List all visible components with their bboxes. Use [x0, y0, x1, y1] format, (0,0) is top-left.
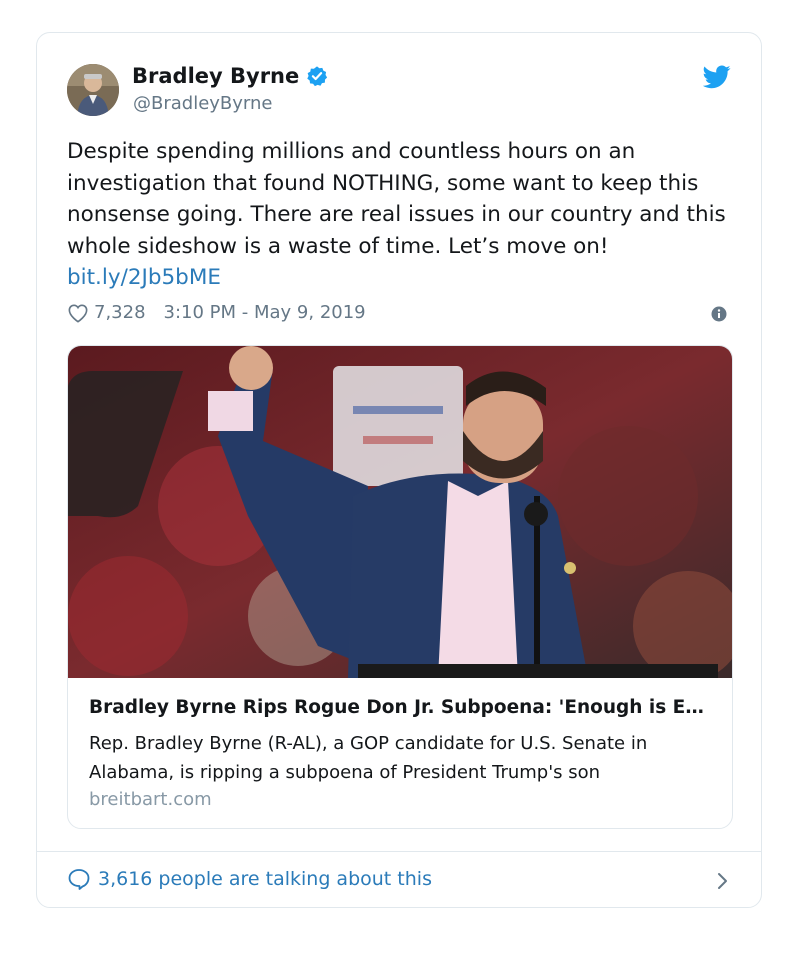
like-count[interactable]: 7,328 — [94, 302, 146, 323]
timestamp[interactable]: 3:10 PM - May 9, 2019 — [164, 302, 366, 323]
link-card[interactable]: Bradley Byrne Rips Rogue Don Jr. Subpoen… — [67, 345, 733, 829]
heart-icon[interactable] — [67, 303, 89, 323]
conversation-count[interactable]: 3,616 people are talking about this — [98, 868, 432, 890]
tweet-embed: Bradley Byrne @BradleyByrne Despite spen… — [36, 32, 762, 908]
twitter-bird-icon[interactable] — [703, 65, 731, 89]
author-name[interactable]: Bradley Byrne — [132, 64, 299, 88]
author-handle[interactable]: @BradleyByrne — [133, 93, 273, 114]
card-domain[interactable]: breitbart.com — [89, 789, 212, 810]
card-title[interactable]: Bradley Byrne Rips Rogue Don Jr. Subpoen… — [89, 697, 714, 718]
info-icon[interactable] — [711, 306, 727, 322]
avatar[interactable] — [67, 64, 119, 116]
card-image[interactable] — [68, 346, 733, 678]
tweet-text: Despite spending millions and countless … — [67, 136, 747, 294]
divider — [37, 851, 761, 852]
card-description: Rep. Bradley Byrne (R-AL), a GOP candida… — [89, 733, 648, 783]
tweet-body: Despite spending millions and countless … — [67, 139, 726, 259]
chevron-right-icon[interactable] — [715, 871, 729, 891]
conversation-link[interactable]: 3,616 people are talking about this — [67, 868, 432, 890]
verified-badge-icon — [307, 66, 328, 87]
tweet-meta: 7,328 3:10 PM - May 9, 2019 — [67, 302, 366, 323]
chat-bubble-icon — [68, 869, 90, 890]
tweet-link[interactable]: bit.ly/2Jb5bME — [67, 265, 221, 290]
author-name-row[interactable]: Bradley Byrne — [132, 64, 328, 88]
